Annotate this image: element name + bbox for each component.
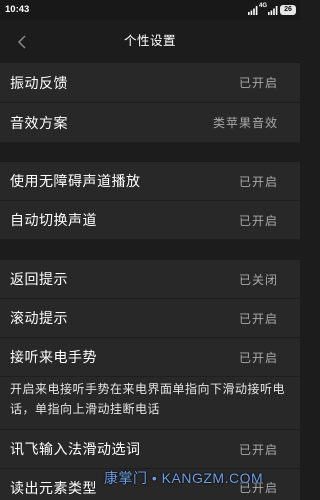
- signal-icon: [268, 6, 278, 15]
- setting-row-back-hint[interactable]: 返回提示 已关闭: [0, 260, 300, 299]
- setting-label: 音效方案: [10, 114, 68, 131]
- setting-label: 接听来电手势: [10, 349, 97, 365]
- setting-value: 已开启: [238, 350, 278, 365]
- setting-row-vibration-feedback[interactable]: 振动反馈 已开启: [0, 63, 300, 103]
- setting-value: 已关闭: [238, 272, 278, 287]
- setting-value: 已开启: [238, 174, 278, 189]
- battery-icon: 26: [280, 5, 296, 15]
- setting-label: 自动切换声道: [10, 212, 97, 228]
- setting-value: 已开启: [238, 481, 278, 495]
- page-title: 个性设置: [123, 34, 176, 48]
- status-bar: 10:43 4G 26: [0, 0, 300, 20]
- header: 个性设置: [0, 20, 300, 63]
- setting-row-ifly-input-swipe-select[interactable]: 讯飞输入法滑动选词 已开启: [0, 430, 300, 469]
- setting-row-scroll-hint[interactable]: 滚动提示 已开启: [0, 299, 300, 338]
- setting-row-accessibility-audio-channel[interactable]: 使用无障碍声道播放 已开启: [0, 162, 300, 201]
- answer-call-gesture-description: 开启来电接听手势在来电界面单指向下滑动接听电话，单指向上滑动挂断电话: [0, 377, 300, 430]
- setting-value: 已开启: [238, 213, 278, 228]
- setting-label: 讯飞输入法滑动选词: [10, 441, 141, 457]
- setting-row-auto-switch-channel[interactable]: 自动切换声道 已开启: [0, 201, 300, 240]
- setting-label: 振动反馈: [10, 74, 68, 91]
- signal-icon: [248, 6, 258, 15]
- setting-row-read-element-type[interactable]: 读出元素类型 已开启: [0, 469, 300, 500]
- setting-value: 已开启: [238, 442, 278, 457]
- setting-row-sound-effect-scheme[interactable]: 音效方案 类苹果音效: [0, 103, 300, 143]
- setting-value: 类苹果音效: [212, 116, 278, 130]
- setting-label: 返回提示: [10, 271, 68, 287]
- back-button[interactable]: [14, 33, 30, 51]
- setting-label: 读出元素类型: [10, 480, 97, 496]
- chevron-left-icon: [17, 35, 26, 49]
- setting-label: 滚动提示: [10, 310, 68, 326]
- setting-value: 已开启: [238, 76, 278, 90]
- setting-row-answer-call-gesture[interactable]: 接听来电手势 已开启: [0, 338, 300, 377]
- status-time: 10:43: [5, 4, 30, 15]
- group-divider: [0, 143, 300, 162]
- setting-value: 已开启: [238, 311, 278, 326]
- battery-level: 26: [284, 6, 292, 13]
- settings-list: 振动反馈 已开启 音效方案 类苹果音效 使用无障碍声道播放 已开启 自动切换声道…: [0, 63, 300, 500]
- network-type: 4G: [259, 3, 268, 9]
- setting-label: 使用无障碍声道播放: [10, 173, 141, 189]
- group-divider: [0, 240, 300, 260]
